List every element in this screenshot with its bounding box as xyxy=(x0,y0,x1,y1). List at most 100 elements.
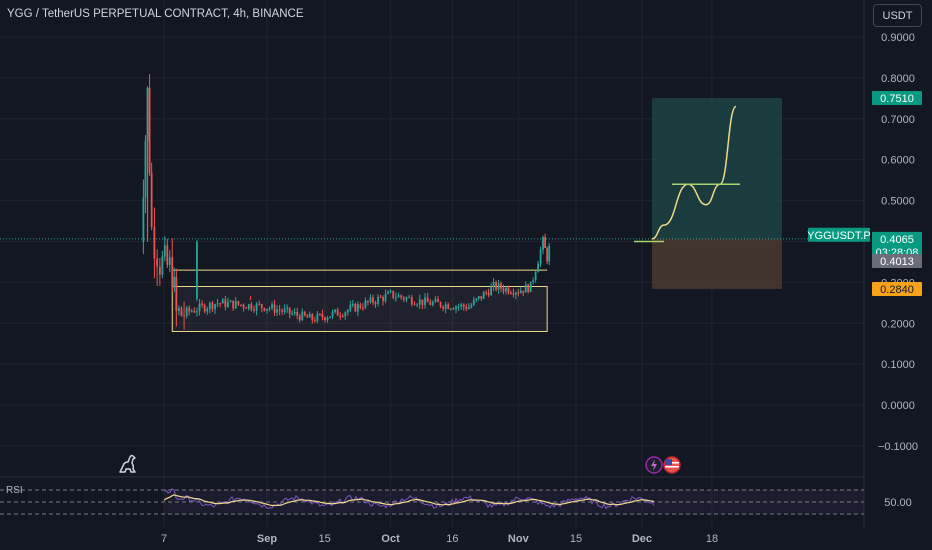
time-axis-label: Sep xyxy=(257,533,277,545)
candle-body xyxy=(234,301,237,309)
candle-body xyxy=(168,257,171,265)
candle-body xyxy=(180,308,183,316)
candle-body xyxy=(203,305,206,312)
candle-body xyxy=(175,276,178,311)
candle-body xyxy=(495,281,497,290)
candle-body xyxy=(480,296,483,299)
candle-body xyxy=(527,284,530,293)
candle-body xyxy=(329,316,331,318)
candle-body xyxy=(475,298,478,301)
candle-body xyxy=(512,293,515,295)
candle-body xyxy=(229,300,232,303)
candle-body xyxy=(405,297,408,300)
candle-body xyxy=(534,272,537,281)
candle-body xyxy=(166,245,169,265)
candle-body xyxy=(144,140,147,198)
candle-body xyxy=(349,305,352,311)
candle-body xyxy=(460,304,463,307)
candle-body xyxy=(524,284,527,293)
candle-body xyxy=(247,304,250,309)
candle-body xyxy=(485,292,488,294)
candle-body xyxy=(316,313,319,322)
candle-body xyxy=(240,304,242,306)
candle-body xyxy=(190,311,193,313)
candle-body xyxy=(196,311,198,313)
candle-body xyxy=(497,283,500,290)
candle-body xyxy=(298,315,301,321)
candle-body xyxy=(268,308,271,310)
lightning-event-icon[interactable] xyxy=(645,456,663,474)
candle-body xyxy=(266,308,268,311)
candle-body xyxy=(171,257,174,288)
candle-body xyxy=(392,290,395,298)
time-axis-label: 18 xyxy=(706,533,718,545)
rsi-label[interactable]: RSI xyxy=(6,485,23,496)
candle-body xyxy=(462,304,465,307)
candle-body xyxy=(153,226,156,259)
tradingview-dino-icon[interactable] xyxy=(116,452,140,476)
candle-body xyxy=(263,307,266,311)
candle-body xyxy=(467,307,470,310)
candle-body xyxy=(449,308,452,310)
candle-body xyxy=(156,258,159,267)
rsi-pane: 50.00 xyxy=(0,488,912,515)
candle-body xyxy=(487,292,490,296)
price-axis[interactable]: 0.90000.80000.70000.60000.50000.40000.30… xyxy=(807,32,922,453)
candle-body xyxy=(382,297,384,301)
chart-title: YGG / TetherUS PERPETUAL CONTRACT, 4h, B… xyxy=(7,8,304,20)
candle-body xyxy=(173,276,176,288)
position-zones xyxy=(652,97,782,289)
candle-body xyxy=(477,296,480,299)
candle-body xyxy=(394,297,397,299)
price-tick-label: 0.9000 xyxy=(881,32,915,44)
candle-body xyxy=(324,317,326,321)
candle-body xyxy=(283,308,286,312)
time-axis-label: 15 xyxy=(570,533,582,545)
candle-body xyxy=(326,317,329,321)
candle-body xyxy=(237,301,240,305)
candle-body xyxy=(507,287,510,293)
candle-body xyxy=(439,302,442,307)
price-badge-last-text: 0.4065 xyxy=(880,234,914,246)
candle-body xyxy=(183,315,185,317)
candle-body xyxy=(303,311,306,316)
time-axis[interactable]: 7 Sep 15 Oct 16 Nov 15 Dec 18 xyxy=(161,533,718,545)
candle-body xyxy=(242,304,245,308)
candle-body xyxy=(400,295,403,298)
candle-body xyxy=(434,299,437,303)
candle-body xyxy=(379,296,382,298)
candle-body xyxy=(522,290,525,293)
candle-body xyxy=(253,309,255,311)
loss-zone xyxy=(652,238,782,289)
time-axis-label: 16 xyxy=(446,533,458,545)
candle-body xyxy=(444,304,447,309)
candle-body xyxy=(296,311,299,316)
candle-body xyxy=(413,304,416,306)
price-tick-label: 0.6000 xyxy=(881,155,915,167)
candle-body xyxy=(219,303,222,305)
candle-body xyxy=(193,311,196,313)
candle-body xyxy=(216,303,219,305)
candle-body xyxy=(334,309,337,312)
candle-body xyxy=(546,248,549,262)
candle-body xyxy=(367,300,369,303)
candle-body xyxy=(142,197,145,242)
rsi-level-label: 50.00 xyxy=(884,497,912,509)
candle-body xyxy=(271,304,273,309)
candle-body xyxy=(529,281,532,293)
time-axis-label: Nov xyxy=(508,533,530,545)
candle-body xyxy=(306,315,309,318)
candle-body xyxy=(408,297,411,299)
candle-body xyxy=(150,172,153,227)
price-tick-label: 0.0000 xyxy=(881,400,915,412)
time-axis-label: 7 xyxy=(161,533,167,545)
candle-body xyxy=(273,304,276,313)
currency-button[interactable]: USDT xyxy=(873,4,922,27)
event-markers[interactable] xyxy=(644,455,684,475)
candle-body xyxy=(505,287,507,292)
price-tick-label: 0.7000 xyxy=(881,114,915,126)
candle-body xyxy=(455,306,457,310)
candle-body xyxy=(397,295,400,298)
us-flag-event-icon[interactable] xyxy=(663,456,681,474)
price-tick-label: −0.1000 xyxy=(878,441,918,453)
